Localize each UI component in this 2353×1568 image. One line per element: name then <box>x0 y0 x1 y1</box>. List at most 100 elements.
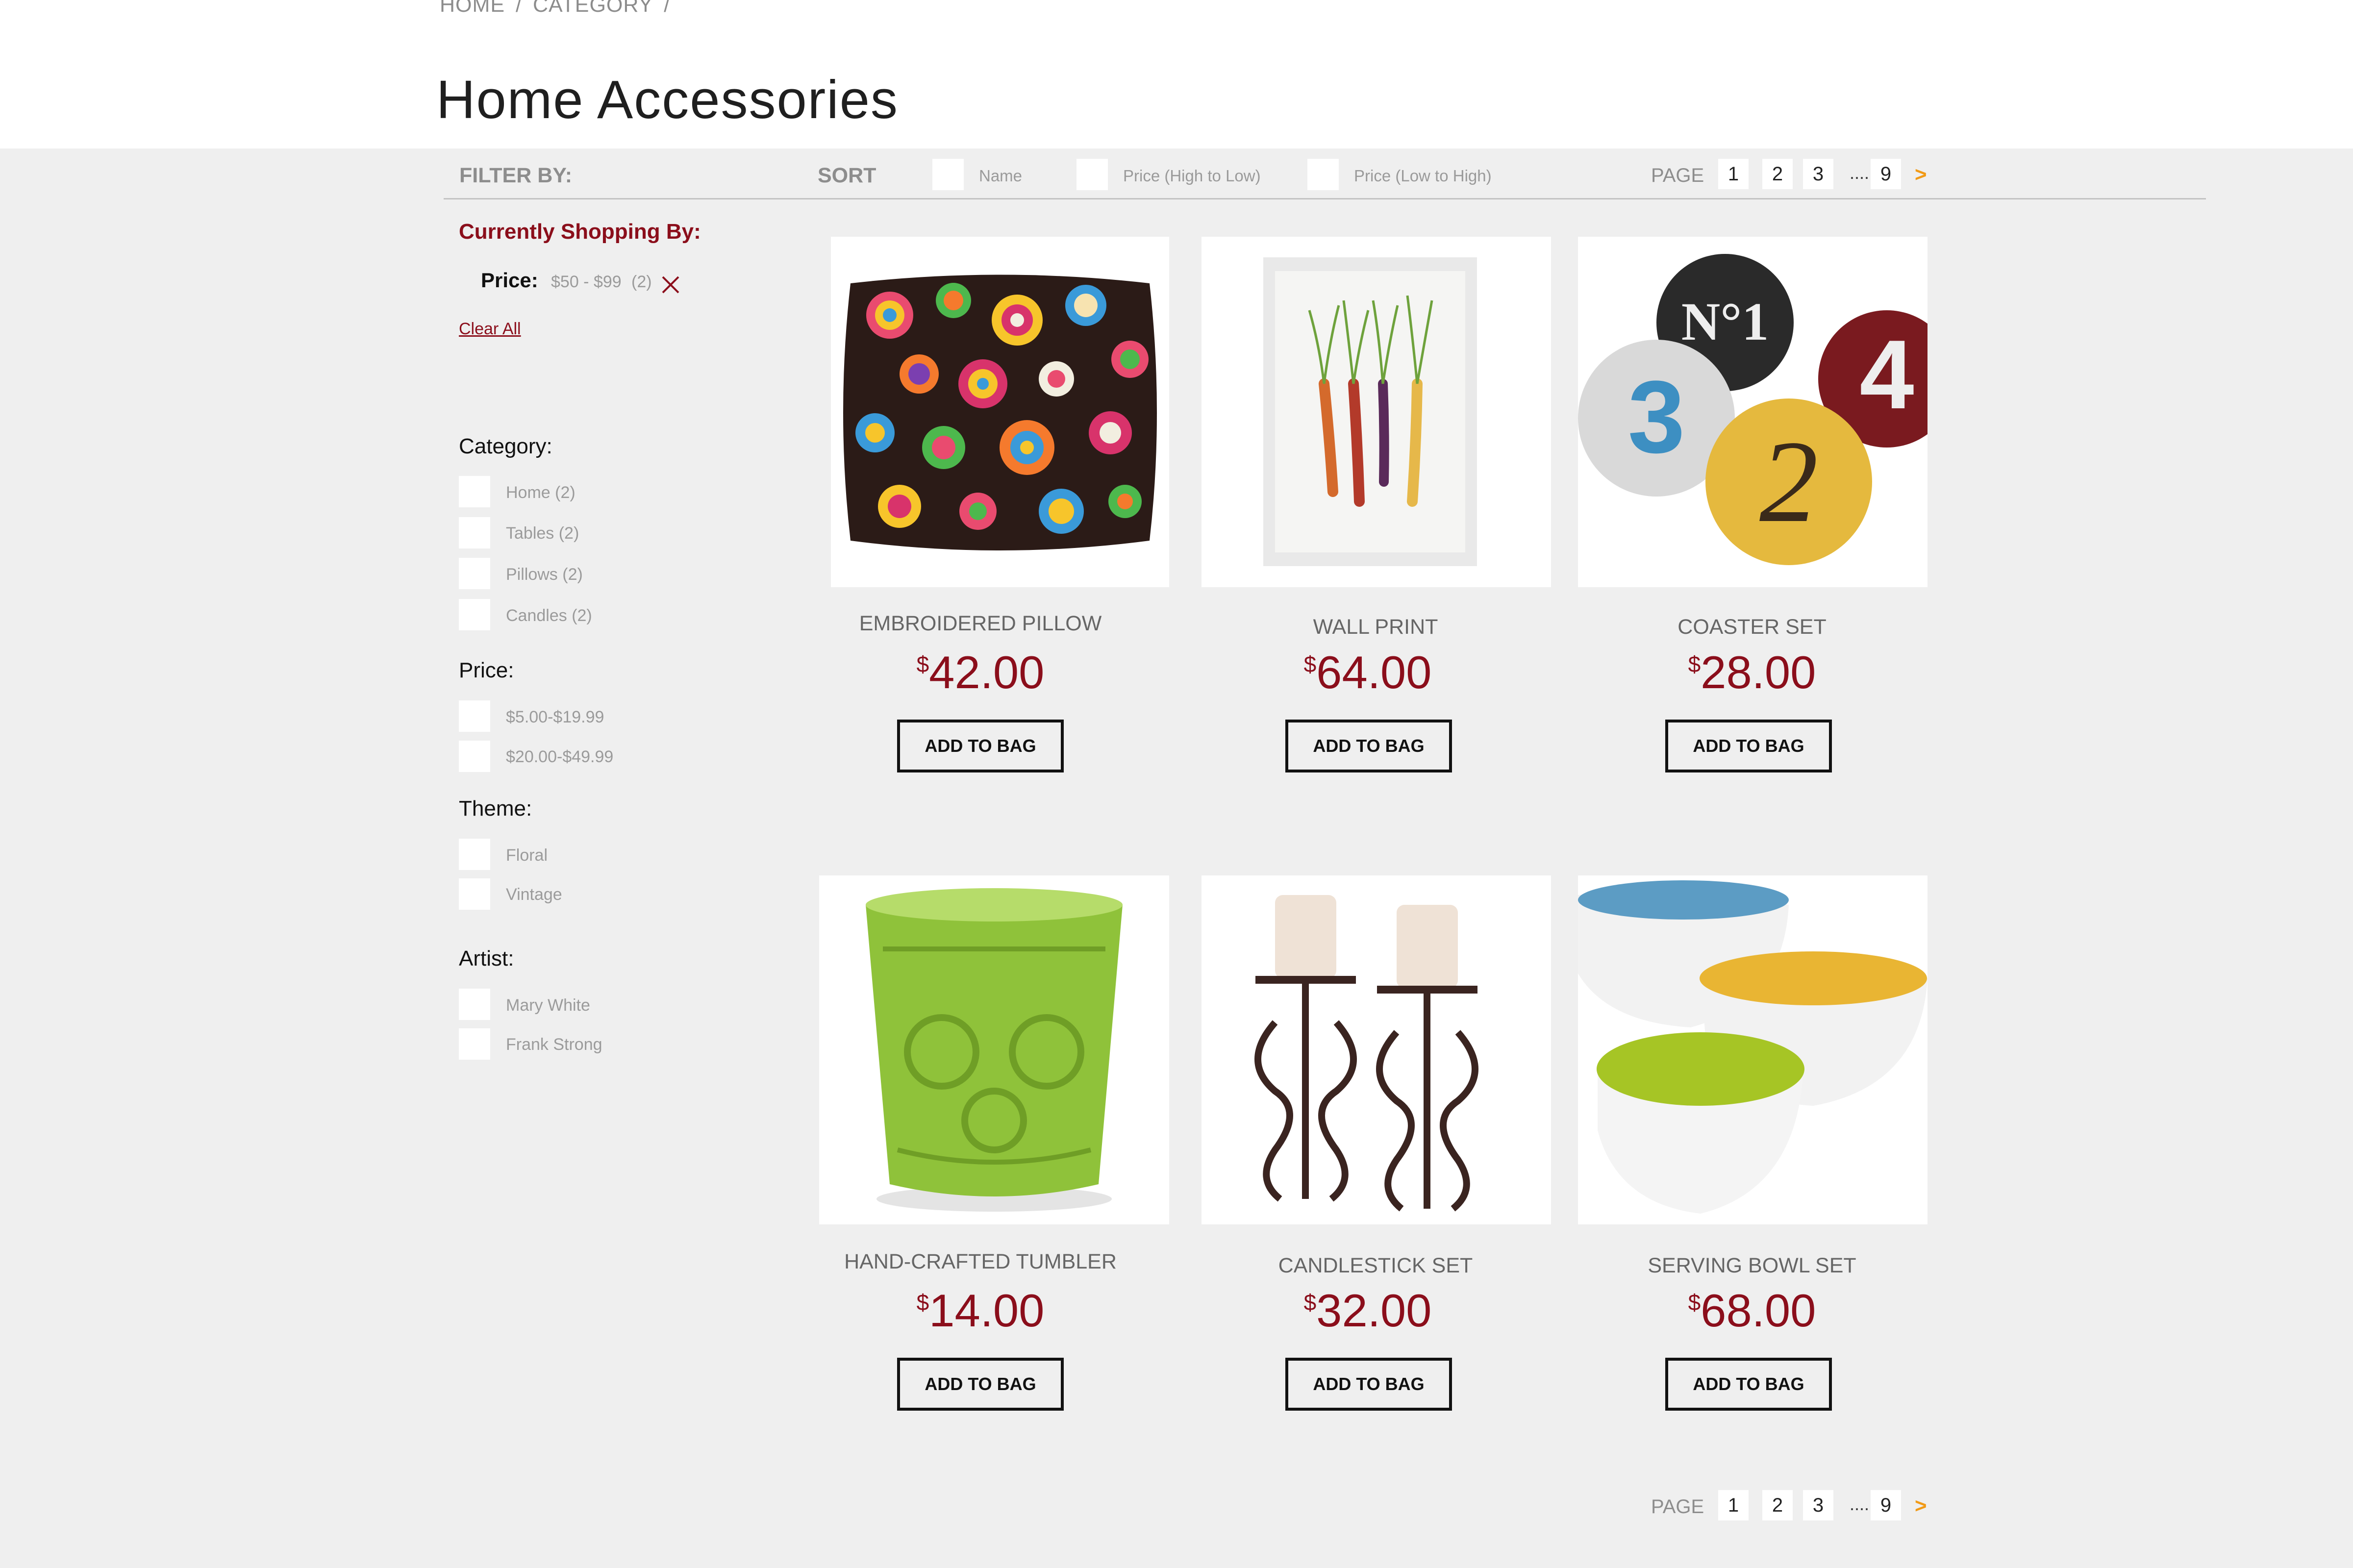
tumbler-image[interactable] <box>819 875 1169 1224</box>
currently-shopping-heading: Currently Shopping By: <box>459 220 701 244</box>
category-pillows-label[interactable]: Pillows (2) <box>506 565 583 584</box>
category-candles-checkbox[interactable] <box>459 599 490 630</box>
page-label: PAGE <box>1651 165 1704 186</box>
sort-name-label[interactable]: Name <box>979 167 1022 185</box>
tumbler-image-graphic <box>866 888 1123 1212</box>
currency-symbol: $ <box>1688 1290 1701 1315</box>
artist-frank-strong-checkbox[interactable] <box>459 1028 490 1060</box>
serving-bowl-set-image[interactable] <box>1578 875 1927 1224</box>
artist-heading: Artist: <box>459 946 514 971</box>
breadcrumb-home[interactable]: HOME <box>440 0 505 17</box>
sort-price-high-low-checkbox[interactable] <box>1076 159 1108 190</box>
page-9-button[interactable]: 9 <box>1871 159 1901 189</box>
sort-price-low-high-checkbox[interactable] <box>1307 159 1339 190</box>
add-to-bag-button[interactable]: ADD TO BAG <box>1285 720 1452 772</box>
remove-filter-icon[interactable] <box>661 275 680 295</box>
add-to-bag-button[interactable]: ADD TO BAG <box>897 1358 1064 1411</box>
product-name[interactable]: HAND-CRAFTED TUMBLER <box>804 1250 1157 1274</box>
currency-symbol: $ <box>1688 651 1701 677</box>
product-price: $42.00 <box>804 646 1157 699</box>
breadcrumb-category[interactable]: CATEGORY <box>533 0 653 17</box>
svg-text:2: 2 <box>1759 416 1818 547</box>
theme-heading: Theme: <box>459 796 532 821</box>
svg-text:4: 4 <box>1859 320 1914 429</box>
currency-symbol: $ <box>916 1290 929 1315</box>
page-ellipsis: .... <box>1850 163 1870 183</box>
page-2-button[interactable]: 2 <box>1762 159 1793 189</box>
page-9-button[interactable]: 9 <box>1871 1490 1901 1520</box>
page-1-button[interactable]: 1 <box>1718 159 1749 189</box>
price-5-19-checkbox[interactable] <box>459 700 490 732</box>
theme-floral-label[interactable]: Floral <box>506 846 548 865</box>
theme-vintage-label[interactable]: Vintage <box>506 885 562 904</box>
price-value: 68.00 <box>1701 1285 1816 1336</box>
page-3-button[interactable]: 3 <box>1803 159 1833 189</box>
category-heading: Category: <box>459 434 552 458</box>
wall-print-image[interactable] <box>1202 237 1551 587</box>
currency-symbol: $ <box>1303 1290 1317 1315</box>
artist-mary-white-checkbox[interactable] <box>459 989 490 1020</box>
product-name[interactable]: EMBROIDERED PILLOW <box>804 612 1157 636</box>
coaster-set-image-graphic: N°1 4 3 2 <box>1578 254 1927 565</box>
page-1-button[interactable]: 1 <box>1718 1490 1749 1520</box>
add-to-bag-button[interactable]: ADD TO BAG <box>1665 720 1832 772</box>
product-price: $14.00 <box>804 1284 1157 1337</box>
pagination-top: PAGE 1 2 3 .... 9 > <box>1651 159 2353 193</box>
sort-price-high-low-label[interactable]: Price (High to Low) <box>1123 167 1261 185</box>
breadcrumb-separator: / <box>664 0 671 17</box>
pagination-bottom: PAGE 1 2 3 .... 9 > <box>1651 1490 2353 1524</box>
category-home-label[interactable]: Home (2) <box>506 483 576 502</box>
breadcrumb-separator: / <box>516 0 522 17</box>
candlestick-set-image-graphic <box>1254 895 1478 1212</box>
page-header: HOME / CATEGORY / Home Accessories <box>0 0 2353 149</box>
theme-vintage-checkbox[interactable] <box>459 878 490 910</box>
product-name[interactable]: WALL PRINT <box>1199 615 1552 639</box>
category-tables-checkbox[interactable] <box>459 517 490 548</box>
page-3-button[interactable]: 3 <box>1803 1490 1833 1520</box>
price-heading: Price: <box>459 658 514 682</box>
category-pillows-checkbox[interactable] <box>459 558 490 589</box>
product-name[interactable]: SERVING BOWL SET <box>1576 1254 1928 1278</box>
page-label: PAGE <box>1651 1496 1704 1518</box>
add-to-bag-button[interactable]: ADD TO BAG <box>897 720 1064 772</box>
product-price: $32.00 <box>1191 1284 1544 1337</box>
next-page-button[interactable]: > <box>1915 163 1927 186</box>
sort-label: SORT <box>818 164 876 187</box>
artist-mary-white-label[interactable]: Mary White <box>506 996 590 1015</box>
sort-name-checkbox[interactable] <box>932 159 964 190</box>
svg-text:N°1: N°1 <box>1681 292 1769 351</box>
artist-frank-strong-label[interactable]: Frank Strong <box>506 1035 602 1054</box>
price-20-49-checkbox[interactable] <box>459 741 490 772</box>
product-name[interactable]: COASTER SET <box>1576 615 1928 639</box>
current-filter-count: (2) <box>631 273 652 291</box>
add-to-bag-button[interactable]: ADD TO BAG <box>1665 1358 1832 1411</box>
current-filter-value: $50 - $99 <box>551 273 622 291</box>
product-price: $28.00 <box>1576 646 1928 699</box>
embroidered-pillow-image[interactable] <box>831 237 1169 587</box>
add-to-bag-button[interactable]: ADD TO BAG <box>1285 1358 1452 1411</box>
next-page-button[interactable]: > <box>1915 1494 1927 1518</box>
price-value: 64.00 <box>1316 647 1432 698</box>
wall-print-image-graphic <box>1263 257 1477 566</box>
coaster-set-image[interactable]: N°1 4 3 2 <box>1578 237 1927 587</box>
price-20-49-label[interactable]: $20.00-$49.99 <box>506 747 613 767</box>
price-value: 32.00 <box>1316 1285 1432 1336</box>
category-tables-label[interactable]: Tables (2) <box>506 524 579 543</box>
serving-bowl-set-image-graphic <box>1578 880 1927 1214</box>
price-value: 28.00 <box>1701 647 1816 698</box>
toolbar-divider <box>444 198 2206 199</box>
sort-price-low-high-label[interactable]: Price (Low to High) <box>1354 167 1492 185</box>
price-5-19-label[interactable]: $5.00-$19.99 <box>506 708 604 727</box>
page-2-button[interactable]: 2 <box>1762 1490 1793 1520</box>
product-name[interactable]: CANDLESTICK SET <box>1199 1254 1552 1278</box>
clear-all-link[interactable]: Clear All <box>459 320 521 339</box>
currency-symbol: $ <box>916 651 929 677</box>
candlestick-set-image[interactable] <box>1202 875 1551 1224</box>
price-value: 42.00 <box>929 647 1045 698</box>
theme-floral-checkbox[interactable] <box>459 839 490 870</box>
category-home-checkbox[interactable] <box>459 476 490 507</box>
category-candles-label[interactable]: Candles (2) <box>506 606 592 625</box>
breadcrumb: HOME / CATEGORY / <box>440 0 681 17</box>
filter-by-label: FILTER BY: <box>459 164 573 187</box>
currency-symbol: $ <box>1303 651 1317 677</box>
